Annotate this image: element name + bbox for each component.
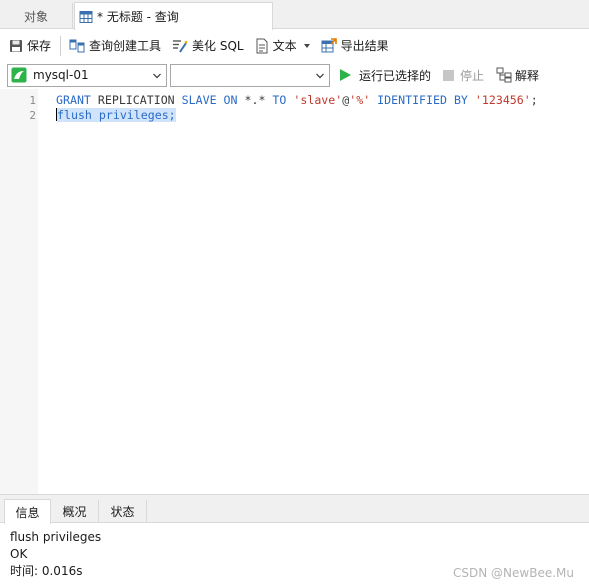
tab-info-label: 信息 [15, 505, 40, 520]
tab-query[interactable]: * 无标题 - 查询 [74, 2, 273, 30]
line-number: 2 [29, 109, 36, 122]
beautify-sql-button[interactable]: 美化 SQL [170, 34, 246, 58]
keyword: ON [223, 93, 238, 107]
sql-editor[interactable]: 1 2 GRANT REPLICATION SLAVE ON *.* TO 's… [0, 89, 589, 494]
toolbar-divider [60, 35, 62, 56]
keyword: IDENTIFIED BY [377, 93, 468, 107]
beautify-sql-label: 美化 SQL [192, 39, 244, 53]
text-menu-button[interactable]: 文本 [253, 34, 312, 58]
stop-icon [443, 69, 455, 81]
tab-profile[interactable]: 概况 [51, 500, 99, 523]
code-text: ; [530, 93, 538, 107]
code-line-1[interactable]: GRANT REPLICATION SLAVE ON *.* TO 'slave… [56, 93, 538, 108]
tab-status[interactable]: 状态 [99, 500, 147, 523]
keyword: TO [272, 93, 287, 107]
results-panel: 信息 概况 状态 flush privileges OK 时间: 0.016s … [0, 494, 589, 586]
tab-profile-label: 概况 [62, 505, 87, 519]
run-selected-button[interactable]: 运行已选择的 [340, 67, 431, 84]
tab-objects[interactable]: 对象 [0, 3, 73, 29]
chevron-down-icon [153, 73, 161, 78]
code-text: *.* [237, 93, 273, 107]
line-number-gutter: 1 2 [0, 89, 38, 494]
mysql-connection-icon [11, 67, 27, 83]
connection-select[interactable]: mysql-01 [7, 63, 167, 87]
save-icon [10, 39, 22, 52]
save-button[interactable]: 保存 [7, 34, 53, 58]
selected-text: flush privileges; [57, 108, 176, 122]
stop-label: 停止 [460, 68, 485, 83]
toolbar: 保存 查询创建工具 美化 SQL 文本 导出结果 [0, 30, 589, 61]
keyword: SLAVE [181, 93, 217, 107]
string-literal: '123456' [474, 93, 531, 107]
message-result: OK [10, 547, 28, 561]
beautify-sql-icon [173, 39, 188, 53]
results-tab-bar: 信息 概况 状态 [0, 495, 589, 524]
code-text: REPLICATION [90, 93, 182, 107]
keyword: GRANT [56, 93, 91, 107]
tab-objects-label: 对象 [23, 9, 48, 24]
query-builder-button[interactable]: 查询创建工具 [67, 34, 163, 58]
query-table-icon [79, 10, 93, 23]
chevron-down-icon [303, 43, 310, 48]
code-line-2[interactable]: flush privileges; [56, 108, 176, 123]
stop-button[interactable]: 停止 [443, 67, 484, 84]
text-menu-label: 文本 [272, 39, 297, 53]
watermark: CSDN @NewBee.Mu [453, 566, 574, 580]
save-label: 保存 [27, 39, 52, 53]
connection-bar: mysql-01 运行已选择的 停止 解释 [0, 61, 589, 89]
run-selected-label: 运行已选择的 [359, 68, 432, 83]
message-statement: flush privileges [10, 530, 102, 544]
query-builder-icon [69, 39, 85, 52]
database-select[interactable] [170, 63, 330, 87]
string-literal: '%' [349, 93, 371, 107]
tab-info[interactable]: 信息 [4, 499, 51, 524]
message-time: 时间: 0.016s [10, 564, 83, 578]
chevron-down-icon [316, 73, 324, 78]
line-number: 1 [29, 94, 36, 107]
export-results-label: 导出结果 [340, 39, 389, 53]
string-literal: 'slave' [293, 93, 343, 107]
text-document-icon [256, 38, 268, 53]
export-results-icon [321, 37, 337, 52]
explain-button[interactable]: 解释 [496, 67, 539, 84]
query-builder-label: 查询创建工具 [89, 39, 162, 53]
tab-bar: 对象 * 无标题 - 查询 [0, 0, 589, 30]
explain-label: 解释 [515, 68, 540, 83]
explain-icon [496, 67, 512, 83]
tab-query-label: * 无标题 - 查询 [97, 10, 179, 24]
play-icon [340, 69, 351, 81]
tab-status-label: 状态 [110, 505, 135, 519]
export-results-button[interactable]: 导出结果 [319, 34, 391, 58]
connection-name: mysql-01 [33, 68, 89, 82]
